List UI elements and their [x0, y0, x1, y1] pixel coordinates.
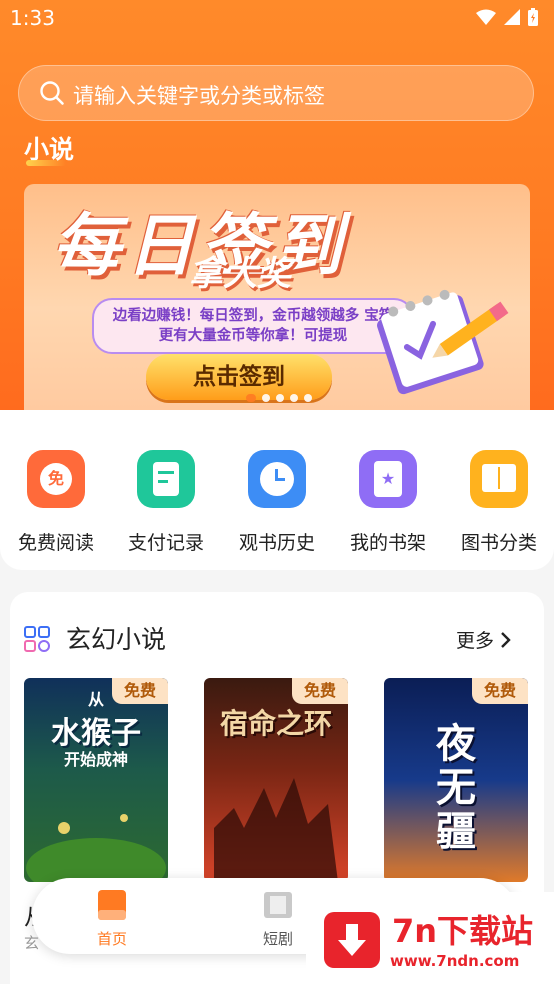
status-icons: [476, 8, 538, 26]
section-title-underline: [26, 160, 66, 166]
payment-record-icon: [137, 450, 195, 508]
bookshelf-icon: ★: [359, 450, 417, 508]
search-bar[interactable]: 请输入关键字或分类或标签: [18, 65, 534, 121]
cover-art: [26, 814, 166, 882]
more-link[interactable]: 更多: [456, 626, 512, 653]
battery-icon: [528, 8, 538, 26]
quick-action-item[interactable]: 观书历史: [227, 450, 327, 555]
quick-action-item[interactable]: 支付记录: [116, 450, 216, 555]
more-label: 更多: [455, 630, 494, 652]
search-icon: [40, 81, 64, 105]
tab-home[interactable]: 首页: [72, 888, 152, 949]
wifi-icon: [476, 9, 496, 25]
banner-dot[interactable]: [246, 394, 256, 402]
book-cover[interactable]: 宿命之环 免费: [204, 678, 348, 882]
book-home-icon: [98, 890, 126, 920]
free-badge: 免费: [472, 678, 528, 704]
checkin-banner[interactable]: 每日签到 拿大奖 边看边赚钱！每日签到，金币越领越多 宝箱更有大量金币等你拿！可…: [24, 184, 530, 410]
category-title: 玄幻小说: [66, 625, 167, 654]
quick-actions: 免免费阅读 支付记录 观书历史 ★ 我的书架 图书分类: [0, 410, 554, 570]
quick-action-label: 支付记录: [127, 532, 204, 554]
status-bar: 1:33: [0, 0, 554, 38]
quick-action-item[interactable]: 图书分类: [449, 450, 549, 555]
banner-dot[interactable]: [304, 394, 312, 402]
free-badge: 免费: [292, 678, 348, 704]
quick-action-label: 免费阅读: [17, 532, 94, 554]
search-placeholder: 请输入关键字或分类或标签: [73, 84, 325, 108]
book-cover[interactable]: 夜无疆 免费: [384, 678, 528, 882]
free-read-icon: 免: [27, 450, 85, 508]
status-time: 1:33: [10, 6, 55, 30]
signal-icon: [504, 9, 520, 25]
watermark-title: 7n下载站: [392, 912, 534, 950]
banner-dot[interactable]: [262, 394, 270, 402]
watermark-url: www.7ndn.com: [390, 952, 520, 970]
watermark: 7n下载站 www.7ndn.com: [306, 892, 554, 984]
chevron-right-icon: [501, 632, 511, 648]
banner-dot[interactable]: [290, 394, 298, 402]
download-icon: [324, 912, 380, 968]
history-clock-icon: [248, 450, 306, 508]
book-cover-title: 宿命之环: [219, 707, 332, 740]
quick-action-item[interactable]: ★ 我的书架: [338, 450, 438, 555]
quick-action-item[interactable]: 免免费阅读: [6, 450, 106, 555]
quick-action-label: 观书历史: [238, 532, 315, 554]
film-icon: [264, 892, 292, 918]
cover-art: [214, 778, 338, 882]
quick-action-label: 图书分类: [460, 532, 537, 554]
free-badge: 免费: [112, 678, 168, 704]
category-grid-icon: [24, 626, 50, 652]
quick-action-label: 我的书架: [349, 532, 426, 554]
banner-subhead: 拿大奖: [189, 254, 291, 294]
book-cover-title: 夜无疆: [436, 721, 476, 855]
banner-dot[interactable]: [276, 394, 284, 402]
tab-home-label: 首页: [96, 930, 127, 948]
book-cover-subtitle: 开始成神: [63, 750, 128, 769]
category-book-icon: [470, 450, 528, 508]
banner-pagination[interactable]: [246, 394, 312, 402]
notepad-pencil-icon: [377, 289, 509, 395]
book-cover[interactable]: 从 水猴子 开始成神 免费: [24, 678, 168, 882]
